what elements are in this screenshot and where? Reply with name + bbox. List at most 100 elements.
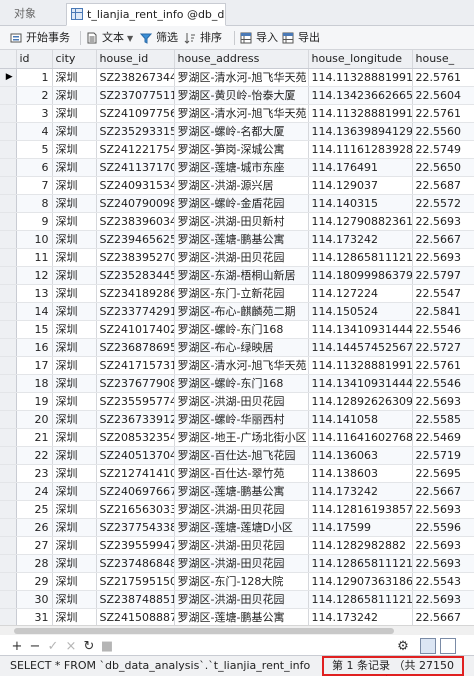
scrollbar-thumb[interactable] bbox=[14, 628, 394, 634]
cell-city[interactable]: 深圳 bbox=[52, 230, 97, 249]
cell-house-latitude[interactable]: 22.5693 bbox=[412, 536, 474, 555]
cell-house-id[interactable]: SZ2341892866? bbox=[96, 284, 175, 303]
table-row[interactable]: 4深圳SZ23529331501罗湖区-螺岭-名都大厦114.136398941… bbox=[0, 122, 474, 141]
cell-id[interactable]: 30 bbox=[16, 590, 53, 609]
cell-city[interactable]: 深圳 bbox=[52, 248, 97, 267]
cell-house-latitude[interactable]: 22.5797 bbox=[412, 266, 474, 285]
cell-house-latitude[interactable]: 22.5693 bbox=[412, 590, 474, 609]
cell-id[interactable]: 17 bbox=[16, 356, 53, 375]
cell-house-id[interactable]: SZ2411371709; bbox=[96, 158, 175, 177]
cell-id[interactable]: 3 bbox=[16, 104, 53, 123]
cell-house-latitude[interactable]: 22.5727 bbox=[412, 338, 474, 357]
table-row[interactable]: 28深圳SZ2374868488(罗湖区-洪湖-田贝花园114.12865811… bbox=[0, 554, 474, 573]
cell-city[interactable]: 深圳 bbox=[52, 284, 97, 303]
cell-house-latitude[interactable]: 22.5749 bbox=[412, 140, 474, 159]
cell-house-longitude[interactable]: 114.138603 bbox=[308, 464, 413, 483]
column-header-house-id[interactable]: house_id bbox=[96, 50, 175, 69]
row-gutter[interactable] bbox=[0, 536, 17, 555]
cell-city[interactable]: 深圳 bbox=[52, 392, 97, 411]
row-gutter[interactable] bbox=[0, 482, 17, 501]
cell-house-longitude[interactable]: 114.173242 bbox=[308, 608, 413, 625]
cell-city[interactable]: 深圳 bbox=[52, 338, 97, 357]
cell-house-id[interactable]: SZ24109775685 bbox=[96, 104, 175, 123]
row-gutter[interactable] bbox=[0, 302, 17, 321]
table-row[interactable]: 29深圳SZ2175951505!罗湖区-东门-128大院114.1290736… bbox=[0, 572, 474, 591]
cell-id[interactable]: 5 bbox=[16, 140, 53, 159]
cell-house-id[interactable]: SZ2383952700; bbox=[96, 248, 175, 267]
cell-id[interactable]: 15 bbox=[16, 320, 53, 339]
cell-house-longitude[interactable]: 114.11328881991 bbox=[308, 356, 413, 375]
cell-house-id[interactable]: SZ2368786959; bbox=[96, 338, 175, 357]
cell-house-latitude[interactable]: 22.5761 bbox=[412, 104, 474, 123]
cell-house-latitude[interactable]: 22.5693 bbox=[412, 248, 474, 267]
table-row[interactable]: 23深圳SZ2127414104;罗湖区-百仕达-翠竹苑114.13860322… bbox=[0, 464, 474, 483]
cell-house-address[interactable]: 罗湖区-螺岭-名都大厦 bbox=[174, 122, 309, 141]
cell-house-latitude[interactable]: 22.5546 bbox=[412, 320, 474, 339]
cell-house-id[interactable]: SZ2406976676? bbox=[96, 482, 175, 501]
cell-house-latitude[interactable]: 22.5687 bbox=[412, 176, 474, 195]
cell-id[interactable]: 9 bbox=[16, 212, 53, 231]
row-gutter[interactable] bbox=[0, 572, 17, 591]
cell-city[interactable]: 深圳 bbox=[52, 374, 97, 393]
cell-house-id[interactable]: SZ23529331501 bbox=[96, 122, 175, 141]
cell-house-latitude[interactable]: 22.5693 bbox=[412, 212, 474, 231]
table-row[interactable]: 14深圳SZ2337742911?罗湖区-布心-麒麟苑二期114.1505242… bbox=[0, 302, 474, 321]
cell-id[interactable]: 4 bbox=[16, 122, 53, 141]
row-gutter[interactable] bbox=[0, 122, 17, 141]
cell-city[interactable]: 深圳 bbox=[52, 104, 97, 123]
cell-house-latitude[interactable]: 22.5585 bbox=[412, 410, 474, 429]
cell-house-address[interactable]: 罗湖区-洪湖-田贝花园 bbox=[174, 536, 309, 555]
column-header-house-address[interactable]: house_address bbox=[174, 50, 309, 69]
cell-house-latitude[interactable]: 22.5841 bbox=[412, 302, 474, 321]
row-gutter[interactable] bbox=[0, 518, 17, 537]
cell-city[interactable]: 深圳 bbox=[52, 464, 97, 483]
tab-table-data[interactable]: t_lianjia_rent_info @db_data... bbox=[66, 3, 226, 26]
cell-city[interactable]: 深圳 bbox=[52, 122, 97, 141]
cell-house-latitude[interactable]: 22.5572 bbox=[412, 194, 474, 213]
cell-house-id[interactable]: SZ24093153438 bbox=[96, 176, 175, 195]
cell-house-longitude[interactable]: 114.11641602768 bbox=[308, 428, 413, 447]
cell-house-id[interactable]: SZ2175951505! bbox=[96, 572, 175, 591]
table-row[interactable]: 5深圳SZ24122175444罗湖区-笋岗-深城公寓114.111612839… bbox=[0, 140, 474, 159]
row-gutter[interactable] bbox=[0, 248, 17, 267]
cell-house-address[interactable]: 罗湖区-洪湖-田贝花园 bbox=[174, 554, 309, 573]
cell-house-id[interactable]: SZ2382673445: bbox=[96, 68, 175, 87]
column-header-city[interactable]: city bbox=[52, 50, 97, 69]
row-gutter[interactable] bbox=[0, 356, 17, 375]
grid-view-button[interactable] bbox=[420, 638, 436, 654]
cell-city[interactable]: 深圳 bbox=[52, 518, 97, 537]
table-row[interactable]: ▶1深圳SZ2382673445:罗湖区-清水河-旭飞华天苑114.113288… bbox=[0, 68, 474, 87]
cell-house-longitude[interactable]: 114.12907363186 bbox=[308, 572, 413, 591]
cell-id[interactable]: 20 bbox=[16, 410, 53, 429]
cell-house-latitude[interactable]: 22.5546 bbox=[412, 374, 474, 393]
cell-house-address[interactable]: 罗湖区-东湖-梧桐山新居 bbox=[174, 266, 309, 285]
filter-button[interactable]: 筛选 bbox=[140, 29, 178, 47]
row-gutter[interactable] bbox=[0, 86, 17, 105]
gear-icon[interactable]: ⚙ bbox=[396, 640, 410, 654]
table-row[interactable]: 8深圳SZ24079009895罗湖区-螺岭-金盾花园114.14031522.… bbox=[0, 194, 474, 213]
cell-house-address[interactable]: 罗湖区-洪湖-田贝新村 bbox=[174, 212, 309, 231]
cell-house-longitude[interactable]: 114.11328881991 bbox=[308, 68, 413, 87]
row-gutter[interactable] bbox=[0, 464, 17, 483]
cell-id[interactable]: 26 bbox=[16, 518, 53, 537]
table-row[interactable]: 6深圳SZ2411371709;罗湖区-莲塘-城市东座114.17649122.… bbox=[0, 158, 474, 177]
horizontal-scrollbar[interactable] bbox=[0, 625, 474, 635]
sort-button[interactable]: 排序 bbox=[184, 29, 222, 47]
table-row[interactable]: 2深圳SZ2370775117!罗湖区-黄贝岭-怡泰大厦114.13423662… bbox=[0, 86, 474, 105]
add-record-button[interactable]: + bbox=[10, 640, 24, 654]
cell-house-longitude[interactable]: 114.1282982882 bbox=[308, 536, 413, 555]
stop-button[interactable]: ■ bbox=[100, 640, 114, 654]
table-row[interactable]: 22深圳SZ2405137044!罗湖区-百仕达-旭飞花园114.1360632… bbox=[0, 446, 474, 465]
cell-house-latitude[interactable]: 22.5543 bbox=[412, 572, 474, 591]
row-gutter[interactable] bbox=[0, 104, 17, 123]
cell-id[interactable]: 19 bbox=[16, 392, 53, 411]
cell-house-id[interactable]: SZ2127414104; bbox=[96, 464, 175, 483]
cell-city[interactable]: 深圳 bbox=[52, 428, 97, 447]
cell-id[interactable]: 31 bbox=[16, 608, 53, 625]
cell-house-address[interactable]: 罗湖区-螺岭-金盾花园 bbox=[174, 194, 309, 213]
cell-id[interactable]: 8 bbox=[16, 194, 53, 213]
cell-house-address[interactable]: 罗湖区-洪湖-田贝花园 bbox=[174, 248, 309, 267]
cell-house-address[interactable]: 罗湖区-清水河-旭飞华天苑 bbox=[174, 356, 309, 375]
cell-city[interactable]: 深圳 bbox=[52, 302, 97, 321]
row-gutter[interactable] bbox=[0, 176, 17, 195]
